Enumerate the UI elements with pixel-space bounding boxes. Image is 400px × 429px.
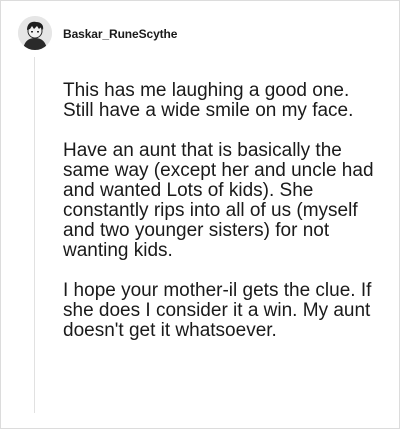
- comment-paragraph: This has me laughing a good one. Still h…: [63, 80, 354, 121]
- comment-body: This has me laughing a good one. Still h…: [63, 81, 381, 361]
- username[interactable]: Baskar_RuneScythe: [63, 27, 177, 41]
- avatar-image: [18, 16, 52, 50]
- avatar-icon[interactable]: [18, 16, 52, 50]
- comment-paragraph: I hope your mother-il gets the clue. If …: [63, 280, 372, 341]
- comment-card: Baskar_RuneScythe This has me laughing a…: [0, 0, 400, 429]
- thread-line[interactable]: [34, 57, 35, 413]
- comment-paragraph: Have an aunt that is basically the same …: [63, 140, 374, 261]
